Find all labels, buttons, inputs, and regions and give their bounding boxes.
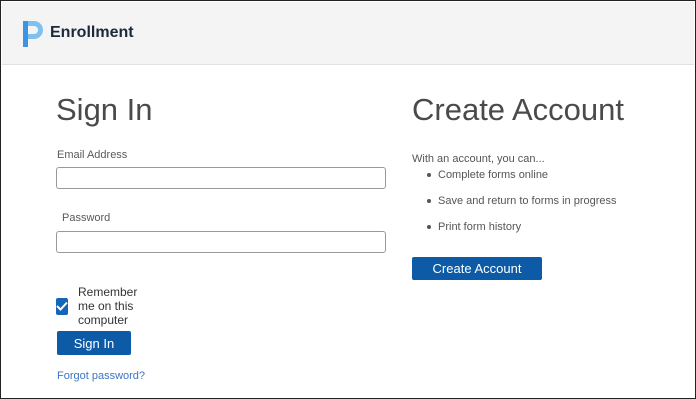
app-header: Enrollment bbox=[2, 2, 694, 65]
signin-title: Sign In bbox=[56, 92, 153, 127]
benefits-list: Complete forms online Save and return to… bbox=[412, 168, 617, 246]
signin-section: Sign In Email Address Password Remember … bbox=[56, 91, 386, 382]
remember-me-label: Remember me on this computer bbox=[78, 285, 138, 327]
enrollment-window: Enrollment Sign In Email Address Passwor… bbox=[0, 0, 696, 399]
create-account-intro: With an account, you can... bbox=[412, 153, 545, 165]
remember-me-row[interactable]: Remember me on this computer bbox=[56, 285, 153, 327]
list-item: Save and return to forms in progress bbox=[412, 194, 617, 220]
create-account-button[interactable]: Create Account bbox=[412, 257, 542, 280]
list-item: Print form history bbox=[412, 220, 617, 246]
email-label: Email Address bbox=[57, 149, 128, 161]
create-account-title: Create Account bbox=[412, 92, 624, 127]
create-account-section: Create Account With an account, you can.… bbox=[412, 91, 624, 280]
list-item: Complete forms online bbox=[412, 168, 617, 194]
remember-me-checkbox[interactable] bbox=[56, 297, 68, 315]
logo-icon bbox=[23, 21, 43, 47]
email-field[interactable] bbox=[56, 167, 386, 189]
app-title: Enrollment bbox=[50, 24, 134, 41]
checkmark-icon bbox=[56, 301, 68, 311]
password-field[interactable] bbox=[56, 231, 386, 253]
password-label: Password bbox=[62, 212, 111, 224]
forgot-password-link[interactable]: Forgot password? bbox=[57, 370, 145, 382]
sign-in-button[interactable]: Sign In bbox=[57, 331, 131, 355]
